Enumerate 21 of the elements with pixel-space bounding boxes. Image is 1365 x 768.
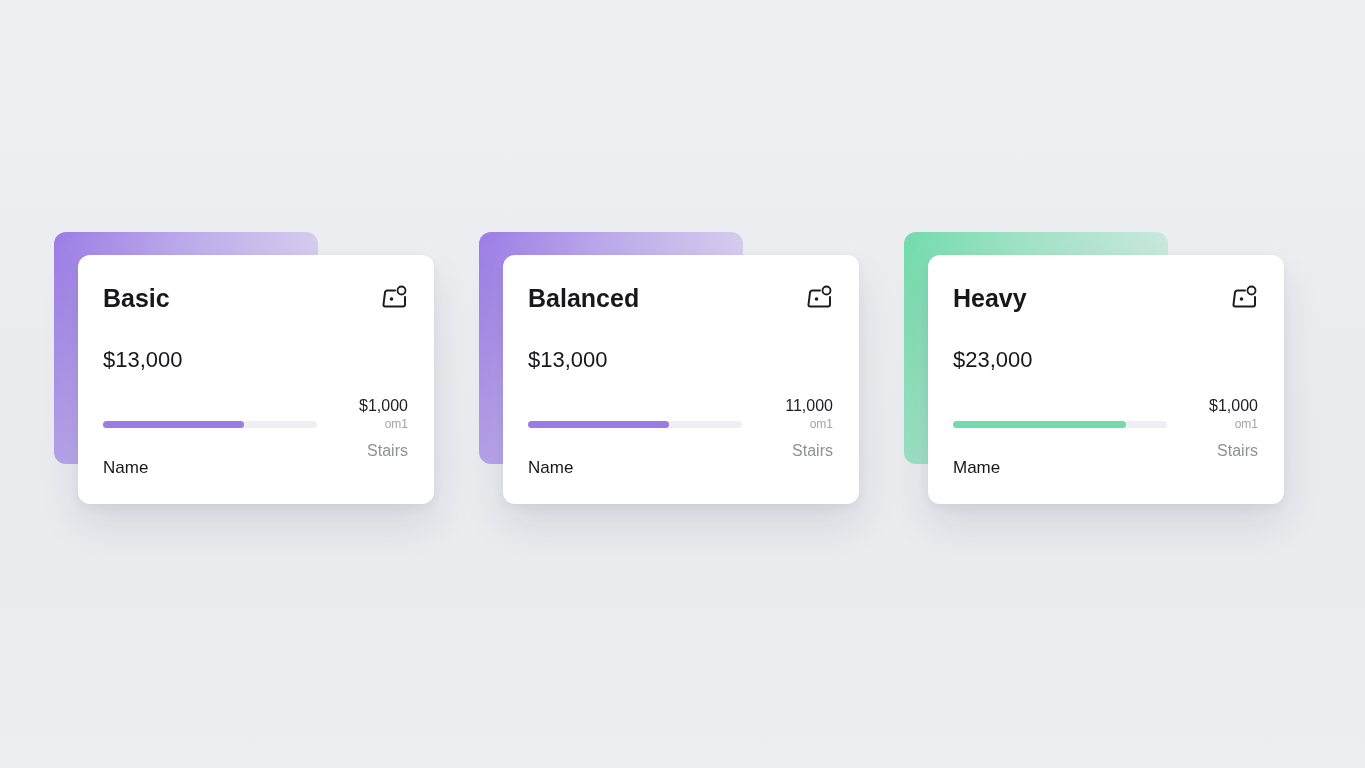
frame-circle-icon[interactable] <box>382 284 408 308</box>
caption-label: Stairs <box>367 442 408 460</box>
unit-label: om1 <box>384 416 408 432</box>
plan-title: Heavy <box>953 283 1027 313</box>
caption-label: Stairs <box>792 442 833 460</box>
price-text: $23,000 <box>953 346 1034 374</box>
amount-text: $1,000 <box>359 396 408 416</box>
name-label: Name <box>103 457 149 479</box>
caption-label: Stairs <box>1217 442 1258 460</box>
amount-text: 11,000 <box>785 396 833 416</box>
unit-label: om1 <box>1234 416 1258 432</box>
name-label: Mame <box>953 457 1001 479</box>
unit-label: om1 <box>809 416 833 432</box>
price-text: $13,000 <box>103 346 184 374</box>
name-label: Name <box>528 457 574 479</box>
plan-title: Basic <box>103 283 170 313</box>
amount-text: $1,000 <box>1209 396 1258 416</box>
plan-title: Balanced <box>528 283 640 313</box>
frame-circle-icon[interactable] <box>1232 284 1258 308</box>
price-text: $13,000 <box>528 346 609 374</box>
frame-circle-icon[interactable] <box>807 284 833 308</box>
